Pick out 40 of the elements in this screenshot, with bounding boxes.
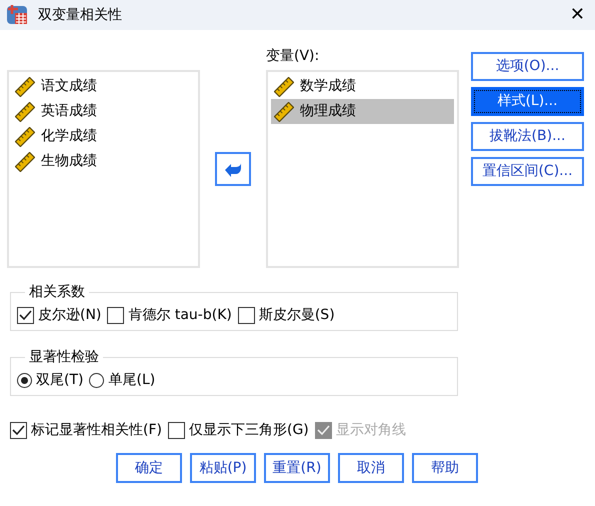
move-button[interactable] (215, 152, 251, 186)
dialog-button[interactable]: 确定 (116, 453, 182, 484)
checkbox-label: 肯德尔 tau-b(K) (128, 307, 232, 324)
dialog-button[interactable]: 置信区间(C)... (471, 157, 584, 186)
arrow-icon (224, 161, 242, 177)
checkbox-label: 皮尔逊(N) (38, 307, 102, 324)
list-item[interactable]: 物理成绩 (271, 99, 454, 124)
dialog-button[interactable]: 重置(R) (264, 453, 330, 484)
group-title: 相关系数 (25, 283, 89, 301)
dialog-button[interactable]: 样式(L)... (471, 87, 584, 116)
radio-label: 双尾(T) (36, 372, 84, 389)
checkbox-label: 标记显著性相关性(F) (31, 422, 162, 440)
dialog-button[interactable]: 取消 (338, 453, 404, 484)
radio-button[interactable] (89, 373, 104, 388)
list-item[interactable]: 生物成绩 (12, 149, 195, 174)
list-item[interactable]: 英语成绩 (12, 99, 195, 124)
dialog-button[interactable]: 选项(O)... (471, 52, 584, 81)
list-item[interactable]: 语文成绩 (12, 74, 195, 99)
checkbox[interactable] (238, 307, 255, 324)
variable-list[interactable]: 语文成绩 英语成绩 化学成绩 生物成绩 (7, 70, 200, 268)
ruler-icon (274, 102, 294, 122)
list-item[interactable]: 数学成绩 (271, 74, 454, 99)
checkbox-label: 仅显示下三角形(G) (188, 422, 309, 440)
close-button[interactable]: ✕ (566, 6, 589, 24)
field-label: 变量(V): (266, 48, 320, 66)
app-icon (6, 4, 30, 26)
checkbox[interactable] (17, 307, 34, 324)
dialog-button[interactable]: 粘贴(P) (190, 453, 256, 484)
checkbox[interactable] (168, 422, 185, 440)
radio-label: 单尾(L) (108, 372, 156, 389)
dialog-button[interactable]: 拔靴法(B)... (471, 122, 584, 151)
checkbox[interactable] (10, 422, 27, 440)
window-title: 双变量相关性 (38, 6, 122, 24)
radio-button[interactable] (17, 373, 32, 388)
checkbox-label: 显示对角线 (336, 422, 406, 440)
checkbox[interactable] (107, 307, 124, 324)
dialog-button[interactable]: 帮助 (412, 453, 478, 484)
variable-list[interactable]: 数学成绩 物理成绩 (266, 70, 459, 268)
checkbox-label: 斯皮尔曼(S) (258, 307, 335, 324)
list-item[interactable]: 化学成绩 (12, 124, 195, 149)
